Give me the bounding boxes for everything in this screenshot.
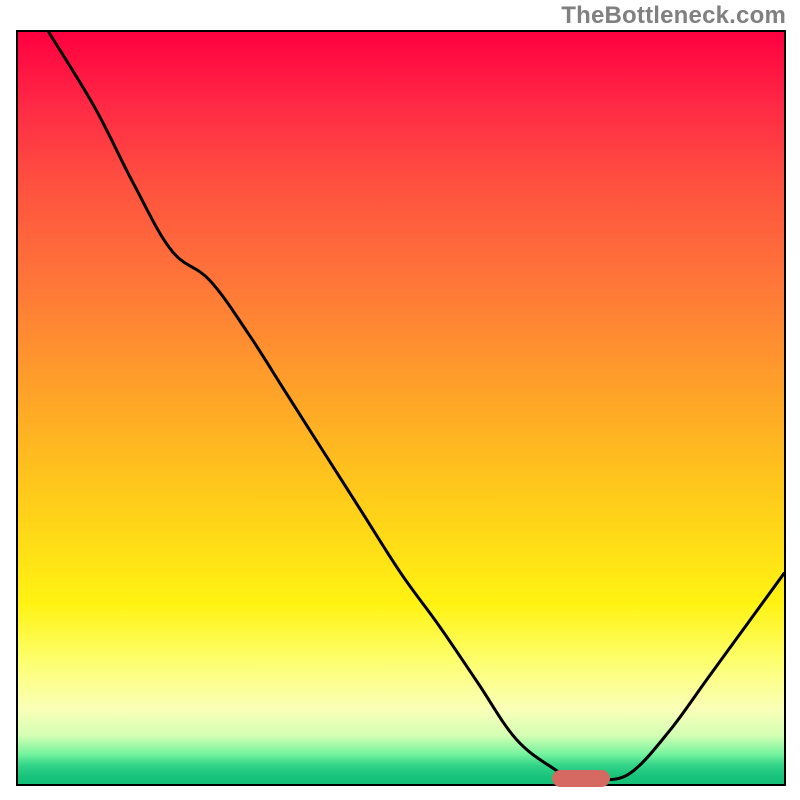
attribution-label: TheBottleneck.com: [561, 2, 786, 30]
chart-area: [16, 30, 786, 786]
optimal-point-marker: [552, 770, 609, 787]
bottleneck-curve: [49, 32, 784, 782]
chart-curve-layer: [18, 32, 784, 784]
